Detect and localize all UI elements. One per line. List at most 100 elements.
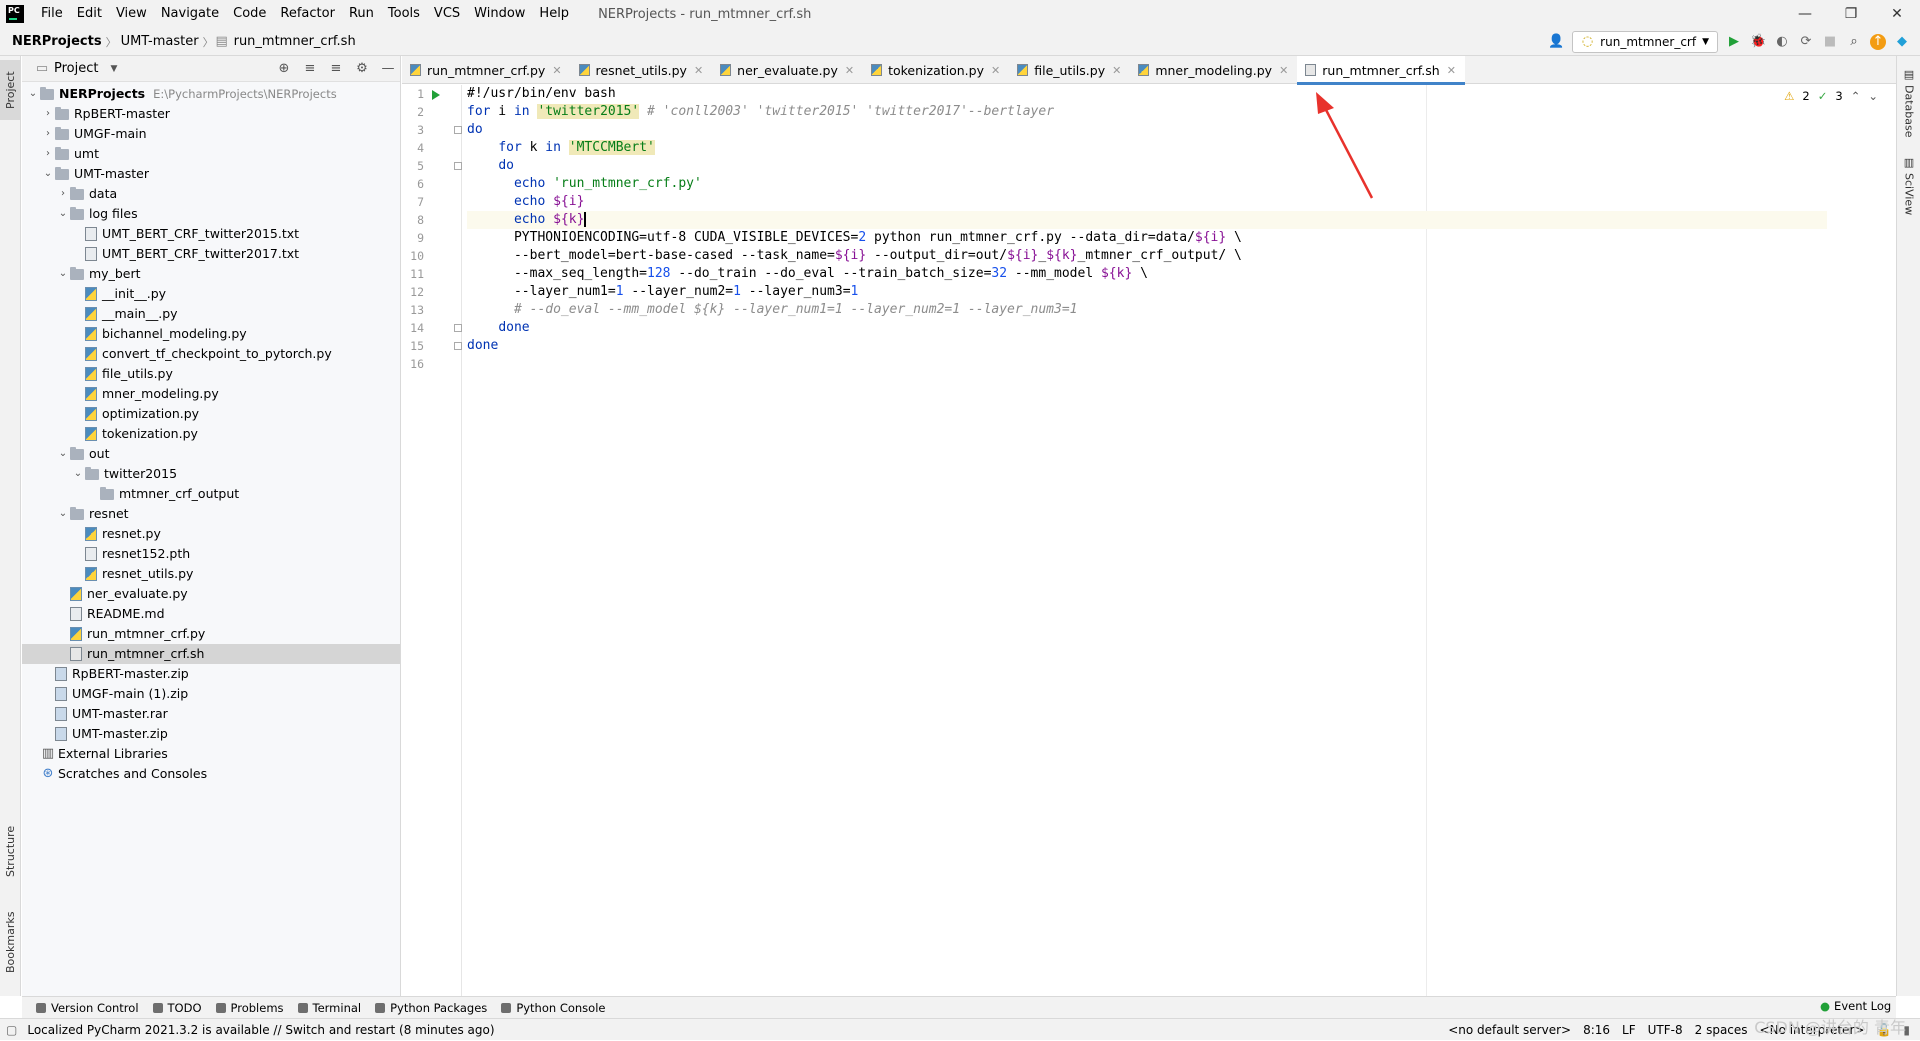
code-editor[interactable]: 1 2 3 4 5 6 7 8 9 10 11 12 13 14 15 16 #!/usr/bin/env b… <box>402 85 1896 996</box>
user-icon[interactable]: 👤 <box>1548 34 1564 50</box>
close-tab-icon[interactable]: ✕ <box>991 64 1000 77</box>
chevron-down-icon[interactable]: ⌄ <box>41 164 55 184</box>
close-tab-icon[interactable]: ✕ <box>1112 64 1121 77</box>
collapse-all-icon[interactable]: ≡ <box>328 61 344 77</box>
tree-item[interactable]: ⌄ out <box>22 444 400 464</box>
tree-item[interactable]: ⌄ NERProjects E:\PycharmProjects\NERProjec… <box>22 84 400 104</box>
structure-tool-tab[interactable]: Structure <box>0 816 21 886</box>
tree-item[interactable]: ⌄ twitter2015 <box>22 464 400 484</box>
tree-item[interactable]: UMT_BERT_CRF_twitter2015.txt <box>22 224 400 244</box>
tree-item[interactable]: UMT_BERT_CRF_twitter2017.txt <box>22 244 400 264</box>
close-tab-icon[interactable]: ✕ <box>1279 64 1288 77</box>
server-status[interactable]: <no default server> <box>1448 1023 1571 1037</box>
tree-item[interactable]: resnet_utils.py <box>22 564 400 584</box>
caret-position[interactable]: 8:16 <box>1583 1023 1610 1037</box>
code-line[interactable]: PYTHONIOENCODING=utf-8 CUDA_VISIBLE_DEVI… <box>467 229 1827 247</box>
menu-item-help[interactable]: Help <box>532 0 576 28</box>
close-tab-icon[interactable]: ✕ <box>552 64 561 77</box>
editor-tab[interactable]: resnet_utils.py ✕ <box>571 56 713 84</box>
tree-item[interactable]: ⌄ my_bert <box>22 264 400 284</box>
tree-item[interactable]: tokenization.py <box>22 424 400 444</box>
code-line[interactable]: echo ${k} <box>467 211 1827 229</box>
tree-item[interactable]: mtmner_crf_output <box>22 484 400 504</box>
run-gutter-icon[interactable] <box>432 90 440 100</box>
tree-item[interactable]: ⌄ UMT-master <box>22 164 400 184</box>
tool-button-python-console[interactable]: Python Console <box>501 1001 605 1015</box>
menu-item-run[interactable]: Run <box>342 0 381 28</box>
tool-button-python-packages[interactable]: Python Packages <box>375 1001 487 1015</box>
project-panel-title[interactable]: Project <box>54 61 98 76</box>
tree-item[interactable]: convert_tf_checkpoint_to_pytorch.py <box>22 344 400 364</box>
tree-item[interactable]: ⌄ resnet <box>22 504 400 524</box>
tree-item[interactable]: __init__.py <box>22 284 400 304</box>
tree-item[interactable]: optimization.py <box>22 404 400 424</box>
editor-tab[interactable]: file_utils.py ✕ <box>1009 56 1130 84</box>
tree-item[interactable]: ⊛ Scratches and Consoles <box>22 764 400 784</box>
menu-item-edit[interactable]: Edit <box>70 0 109 28</box>
database-tool-tab[interactable]: ▤ Database <box>1899 68 1919 148</box>
tree-item[interactable]: resnet152.pth <box>22 544 400 564</box>
breadcrumb-folder[interactable]: UMT-master <box>117 34 203 49</box>
chevron-right-icon[interactable]: › <box>41 144 55 164</box>
menu-item-code[interactable]: Code <box>226 0 273 28</box>
line-separator[interactable]: LF <box>1622 1023 1636 1037</box>
tree-item[interactable]: ⌄ log files <box>22 204 400 224</box>
expand-all-icon[interactable]: ≡ <box>302 61 318 77</box>
code-line[interactable]: do <box>467 121 1827 139</box>
close-tab-icon[interactable]: ✕ <box>845 64 854 77</box>
code-line[interactable]: for k in 'MTCCMBert' <box>467 139 1827 157</box>
debug-icon[interactable]: 🐞 <box>1750 34 1766 50</box>
tree-item[interactable]: RpBERT-master.zip <box>22 664 400 684</box>
tree-item[interactable]: ▥ External Libraries <box>22 744 400 764</box>
breadcrumb-file[interactable]: run_mtmner_crf.sh <box>230 34 360 49</box>
code-line[interactable]: echo ${i} <box>467 193 1827 211</box>
chevron-down-icon[interactable]: ⌄ <box>56 204 70 224</box>
fold-marker-icon[interactable] <box>454 342 462 350</box>
file-encoding[interactable]: UTF-8 <box>1648 1023 1683 1037</box>
run-configuration-select[interactable]: ◌ run_mtmner_crf ▼ <box>1572 31 1718 53</box>
editor-tab[interactable]: ner_evaluate.py ✕ <box>712 56 863 84</box>
coverage-icon[interactable]: ◐ <box>1774 34 1790 50</box>
project-tool-tab[interactable]: Project <box>0 60 21 120</box>
close-tab-icon[interactable]: ✕ <box>694 64 703 77</box>
editor-tab[interactable]: tokenization.py ✕ <box>863 56 1009 84</box>
code-line[interactable]: #!/usr/bin/env bash <box>467 85 1827 103</box>
chevron-down-icon[interactable]: ⌄ <box>26 84 40 104</box>
search-icon[interactable]: ⌕ <box>1846 34 1862 50</box>
code-line[interactable]: done <box>467 319 1827 337</box>
tree-item[interactable]: › RpBERT-master <box>22 104 400 124</box>
gear-icon[interactable]: ⚙ <box>354 61 370 77</box>
hide-icon[interactable]: — <box>380 61 396 77</box>
tree-item[interactable]: ner_evaluate.py <box>22 584 400 604</box>
tree-item[interactable]: resnet.py <box>22 524 400 544</box>
code-line[interactable]: done <box>467 337 1827 355</box>
fold-marker-icon[interactable] <box>454 126 462 134</box>
code-line[interactable]: --bert_model=bert-base-cased --task_name… <box>467 247 1827 265</box>
editor-tab[interactable]: run_mtmner_crf.sh ✕ <box>1297 56 1465 85</box>
tool-button-terminal[interactable]: Terminal <box>297 1001 361 1015</box>
code-line[interactable] <box>467 355 1827 373</box>
code-line[interactable]: for i in 'twitter2015' # 'conll2003' 'tw… <box>467 103 1827 121</box>
code-line[interactable]: --max_seq_length=128 --do_train --do_eva… <box>467 265 1827 283</box>
menu-item-navigate[interactable]: Navigate <box>154 0 226 28</box>
menu-item-view[interactable]: View <box>109 0 154 28</box>
tree-item[interactable]: run_mtmner_crf.sh <box>22 644 400 664</box>
fold-marker-icon[interactable] <box>454 324 462 332</box>
menu-item-tools[interactable]: Tools <box>381 0 427 28</box>
breadcrumb-project[interactable]: NERProjects <box>0 34 106 49</box>
bookmarks-tool-tab[interactable]: Bookmarks <box>0 902 21 982</box>
chevron-up-icon[interactable]: ⌃ <box>1851 89 1861 103</box>
tree-item[interactable]: bichannel_modeling.py <box>22 324 400 344</box>
menu-item-refactor[interactable]: Refactor <box>273 0 342 28</box>
menu-item-vcs[interactable]: VCS <box>427 0 467 28</box>
code-line[interactable]: # --do_eval --mm_model ${k} --layer_num1… <box>467 301 1827 319</box>
chevron-down-icon[interactable]: ⌄ <box>56 504 70 524</box>
chevron-right-icon[interactable]: › <box>41 124 55 144</box>
tool-button-problems[interactable]: Problems <box>215 1001 284 1015</box>
tree-item[interactable]: __main__.py <box>22 304 400 324</box>
close-icon[interactable]: ✕ <box>1874 0 1920 28</box>
tree-item[interactable]: run_mtmner_crf.py <box>22 624 400 644</box>
minimize-icon[interactable]: — <box>1782 0 1828 28</box>
chevron-down-icon[interactable]: ⌄ <box>1868 89 1878 103</box>
inspection-widget[interactable]: ⚠ 2 ✓ 3 ⌃ ⌄ <box>1784 89 1878 103</box>
